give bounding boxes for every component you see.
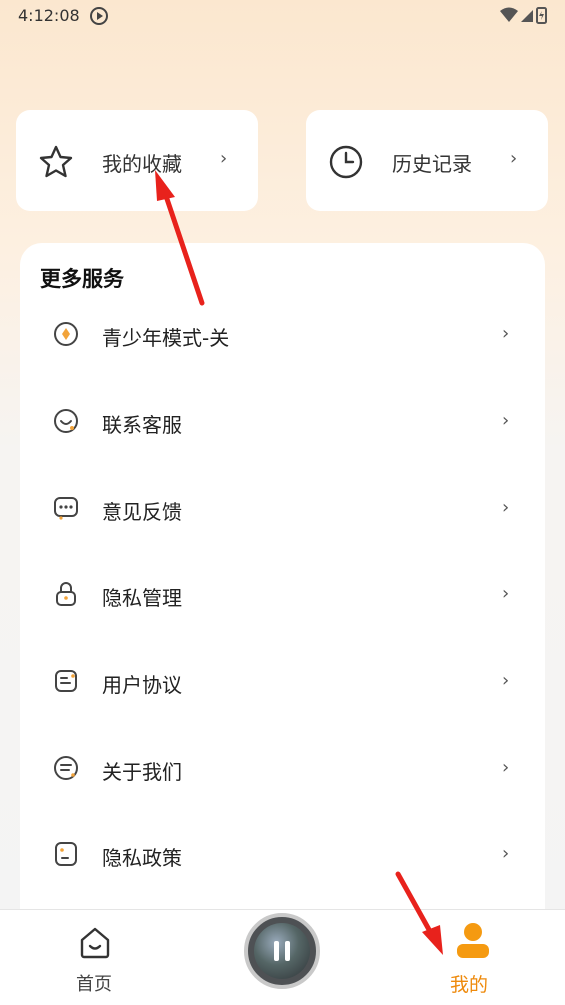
- arrow-to-favorites: [155, 170, 205, 306]
- annotation-arrows: [155, 170, 443, 955]
- arrow-to-mine-tab: [395, 871, 443, 955]
